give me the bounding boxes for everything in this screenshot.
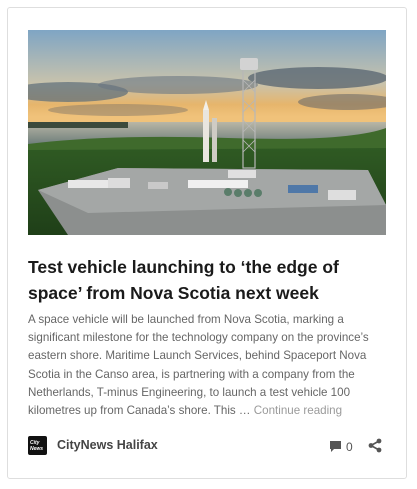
article-footer: City News CityNews Halifax 0	[28, 432, 386, 456]
continue-reading-link[interactable]: Continue reading	[254, 404, 342, 417]
article-title[interactable]: Test vehicle launching to ‘the edge of s…	[28, 254, 390, 306]
comment-icon[interactable]	[329, 440, 342, 453]
article-image-link[interactable]	[28, 30, 386, 235]
article-excerpt: A space vehicle will be launched from No…	[28, 311, 390, 420]
spaceport-image	[28, 30, 386, 235]
article-card: Test vehicle launching to ‘the edge of s…	[7, 7, 407, 479]
comment-count[interactable]: 0	[346, 440, 353, 454]
share-icon[interactable]	[368, 438, 382, 453]
source-name-link[interactable]: CityNews Halifax	[57, 438, 158, 452]
excerpt-text: A space vehicle will be launched from No…	[28, 313, 369, 418]
source-logo[interactable]: City News	[28, 436, 47, 455]
